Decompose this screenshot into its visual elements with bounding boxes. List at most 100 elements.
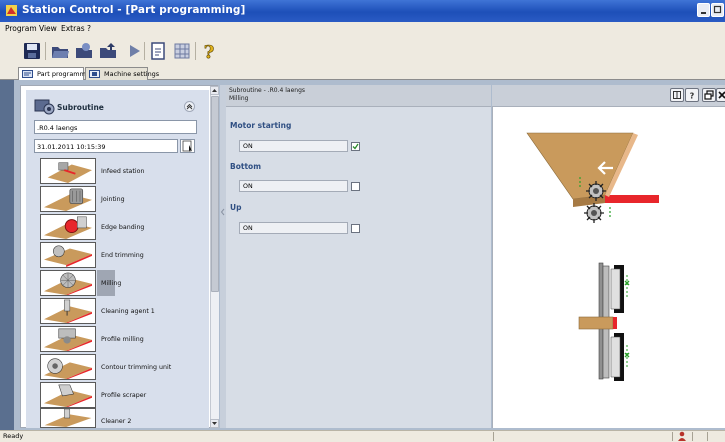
list-item-label: End trimming [101,252,144,259]
scroll-up-button[interactable] [210,86,219,95]
cleaning-agent-thumbnail [40,298,96,324]
save-icon[interactable] [22,41,42,61]
list-item-label: Profile milling [101,336,144,343]
program-icon [22,70,33,78]
up-field: ON [239,222,348,234]
svg-text:?: ? [204,42,215,61]
machine-icon [89,70,100,78]
status-separator [692,432,693,441]
upper-cutter [586,181,606,201]
list-item-jointing[interactable]: Jointing [40,186,185,212]
end-trimming-thumbnail [40,242,96,268]
window-title: Station Control - [Part programming] [22,4,246,16]
user-icon [678,431,686,441]
checkmark-icon [352,143,359,150]
menu-view[interactable]: View [39,24,57,33]
detail-panel [226,107,491,428]
edge-banding-thumbnail [40,214,96,240]
milling-thumbnail [40,270,96,296]
profile-milling-thumbnail [40,326,96,352]
menu-bar [0,22,725,37]
list-item-milling[interactable]: Milling [40,270,185,296]
list-item-profile-scraper[interactable]: Profile scraper [40,382,185,408]
list-item-label: Cleaner 2 [101,418,132,425]
contour-trimming-thumbnail [40,354,96,380]
collapse-button[interactable] [184,101,195,112]
status-text: Ready [3,432,24,440]
list-item-infeed-station[interactable]: Infeed station [40,158,185,184]
detail-header-path: Subroutine - .R0.4 laengs [229,87,306,94]
document-icon[interactable] [148,41,168,61]
list-item-label: Edge banding [101,224,145,231]
list-item-label: Cleaning agent 1 [101,308,155,315]
restore-icon [704,90,714,100]
jointing-thumbnail [40,186,96,212]
minimize-button[interactable] [697,3,710,17]
list-item-label: Profile scraper [101,392,147,399]
subroutine-icon [34,99,55,115]
list-item-cleaning-agent-1[interactable]: Cleaning agent 1 [40,298,185,324]
list-item-label: Milling [101,280,122,287]
up-checkbox[interactable] [351,224,360,233]
bottom-checkbox[interactable] [351,182,360,191]
svg-text:?: ? [690,92,695,101]
machine-preview [492,107,725,428]
help-button[interactable]: ? [685,88,699,102]
import-icon[interactable] [98,41,118,61]
status-separator [493,432,494,441]
app-icon [6,5,17,16]
menu-program[interactable]: Program [5,24,37,33]
scroll-thumb[interactable] [211,96,219,292]
menu-extras[interactable]: Extras [61,24,85,33]
infeed-station-thumbnail [40,158,96,184]
list-item-label: Infeed station [101,168,145,175]
minimize-icon [701,12,706,14]
list-item-end-trimming[interactable]: End trimming [40,242,185,268]
help-icon[interactable]: ? [199,41,219,61]
motor-starting-checkbox[interactable] [351,142,360,151]
play-icon[interactable] [124,41,144,61]
layout-icon [673,91,681,99]
section-motor-starting: Motor starting [230,121,292,130]
section-up: Up [230,203,242,212]
list-item-label: Jointing [101,196,125,203]
menu-help[interactable]: ? [87,24,91,33]
layout-button[interactable] [670,88,684,102]
toolbar-separator [45,42,46,60]
section-bottom: Bottom [230,162,262,171]
open-folder-icon[interactable] [50,41,70,61]
close-button[interactable] [716,88,725,102]
grid-icon[interactable] [172,41,192,61]
lower-cutter [584,203,604,223]
list-item-cleaner-2[interactable]: Cleaner 2 [40,408,185,428]
motor-starting-field: ON [239,140,348,152]
profile-scraper-thumbnail [40,382,96,408]
list-item-profile-milling[interactable]: Profile milling [40,326,185,352]
subroutine-date-field: 31.01.2011 10:15:39 [34,139,178,153]
status-separator [707,432,708,441]
bottom-field: ON [239,180,348,192]
status-bar [0,430,725,442]
toolbar-separator [195,42,196,60]
detail-header-station: Milling [229,95,249,102]
maximize-button[interactable] [711,3,724,17]
list-item-label: Contour trimming unit [101,364,172,371]
subroutine-title: Subroutine [57,103,104,112]
cleaner-thumbnail [40,408,96,428]
subroutine-name-field[interactable]: .R0.4 laengs [34,120,197,134]
chevron-up-icon [186,103,193,110]
status-separator [672,432,673,441]
list-item-edge-banding[interactable]: Edge banding [40,214,185,240]
tab-part-programming[interactable]: Part programming [18,67,96,80]
tab-machine-settings[interactable]: Machine settings [85,67,159,80]
export-icon[interactable] [74,41,94,61]
close-icon [718,91,725,99]
restore-button[interactable] [702,88,716,102]
milling-illustration [526,132,659,381]
list-item-contour-trimming-unit[interactable]: Contour trimming unit [40,354,185,380]
scroll-down-button[interactable] [210,419,219,428]
maximize-icon [713,5,722,14]
document-button[interactable] [180,139,195,153]
question-icon: ? [690,92,695,101]
toolbar-separator [144,42,145,60]
